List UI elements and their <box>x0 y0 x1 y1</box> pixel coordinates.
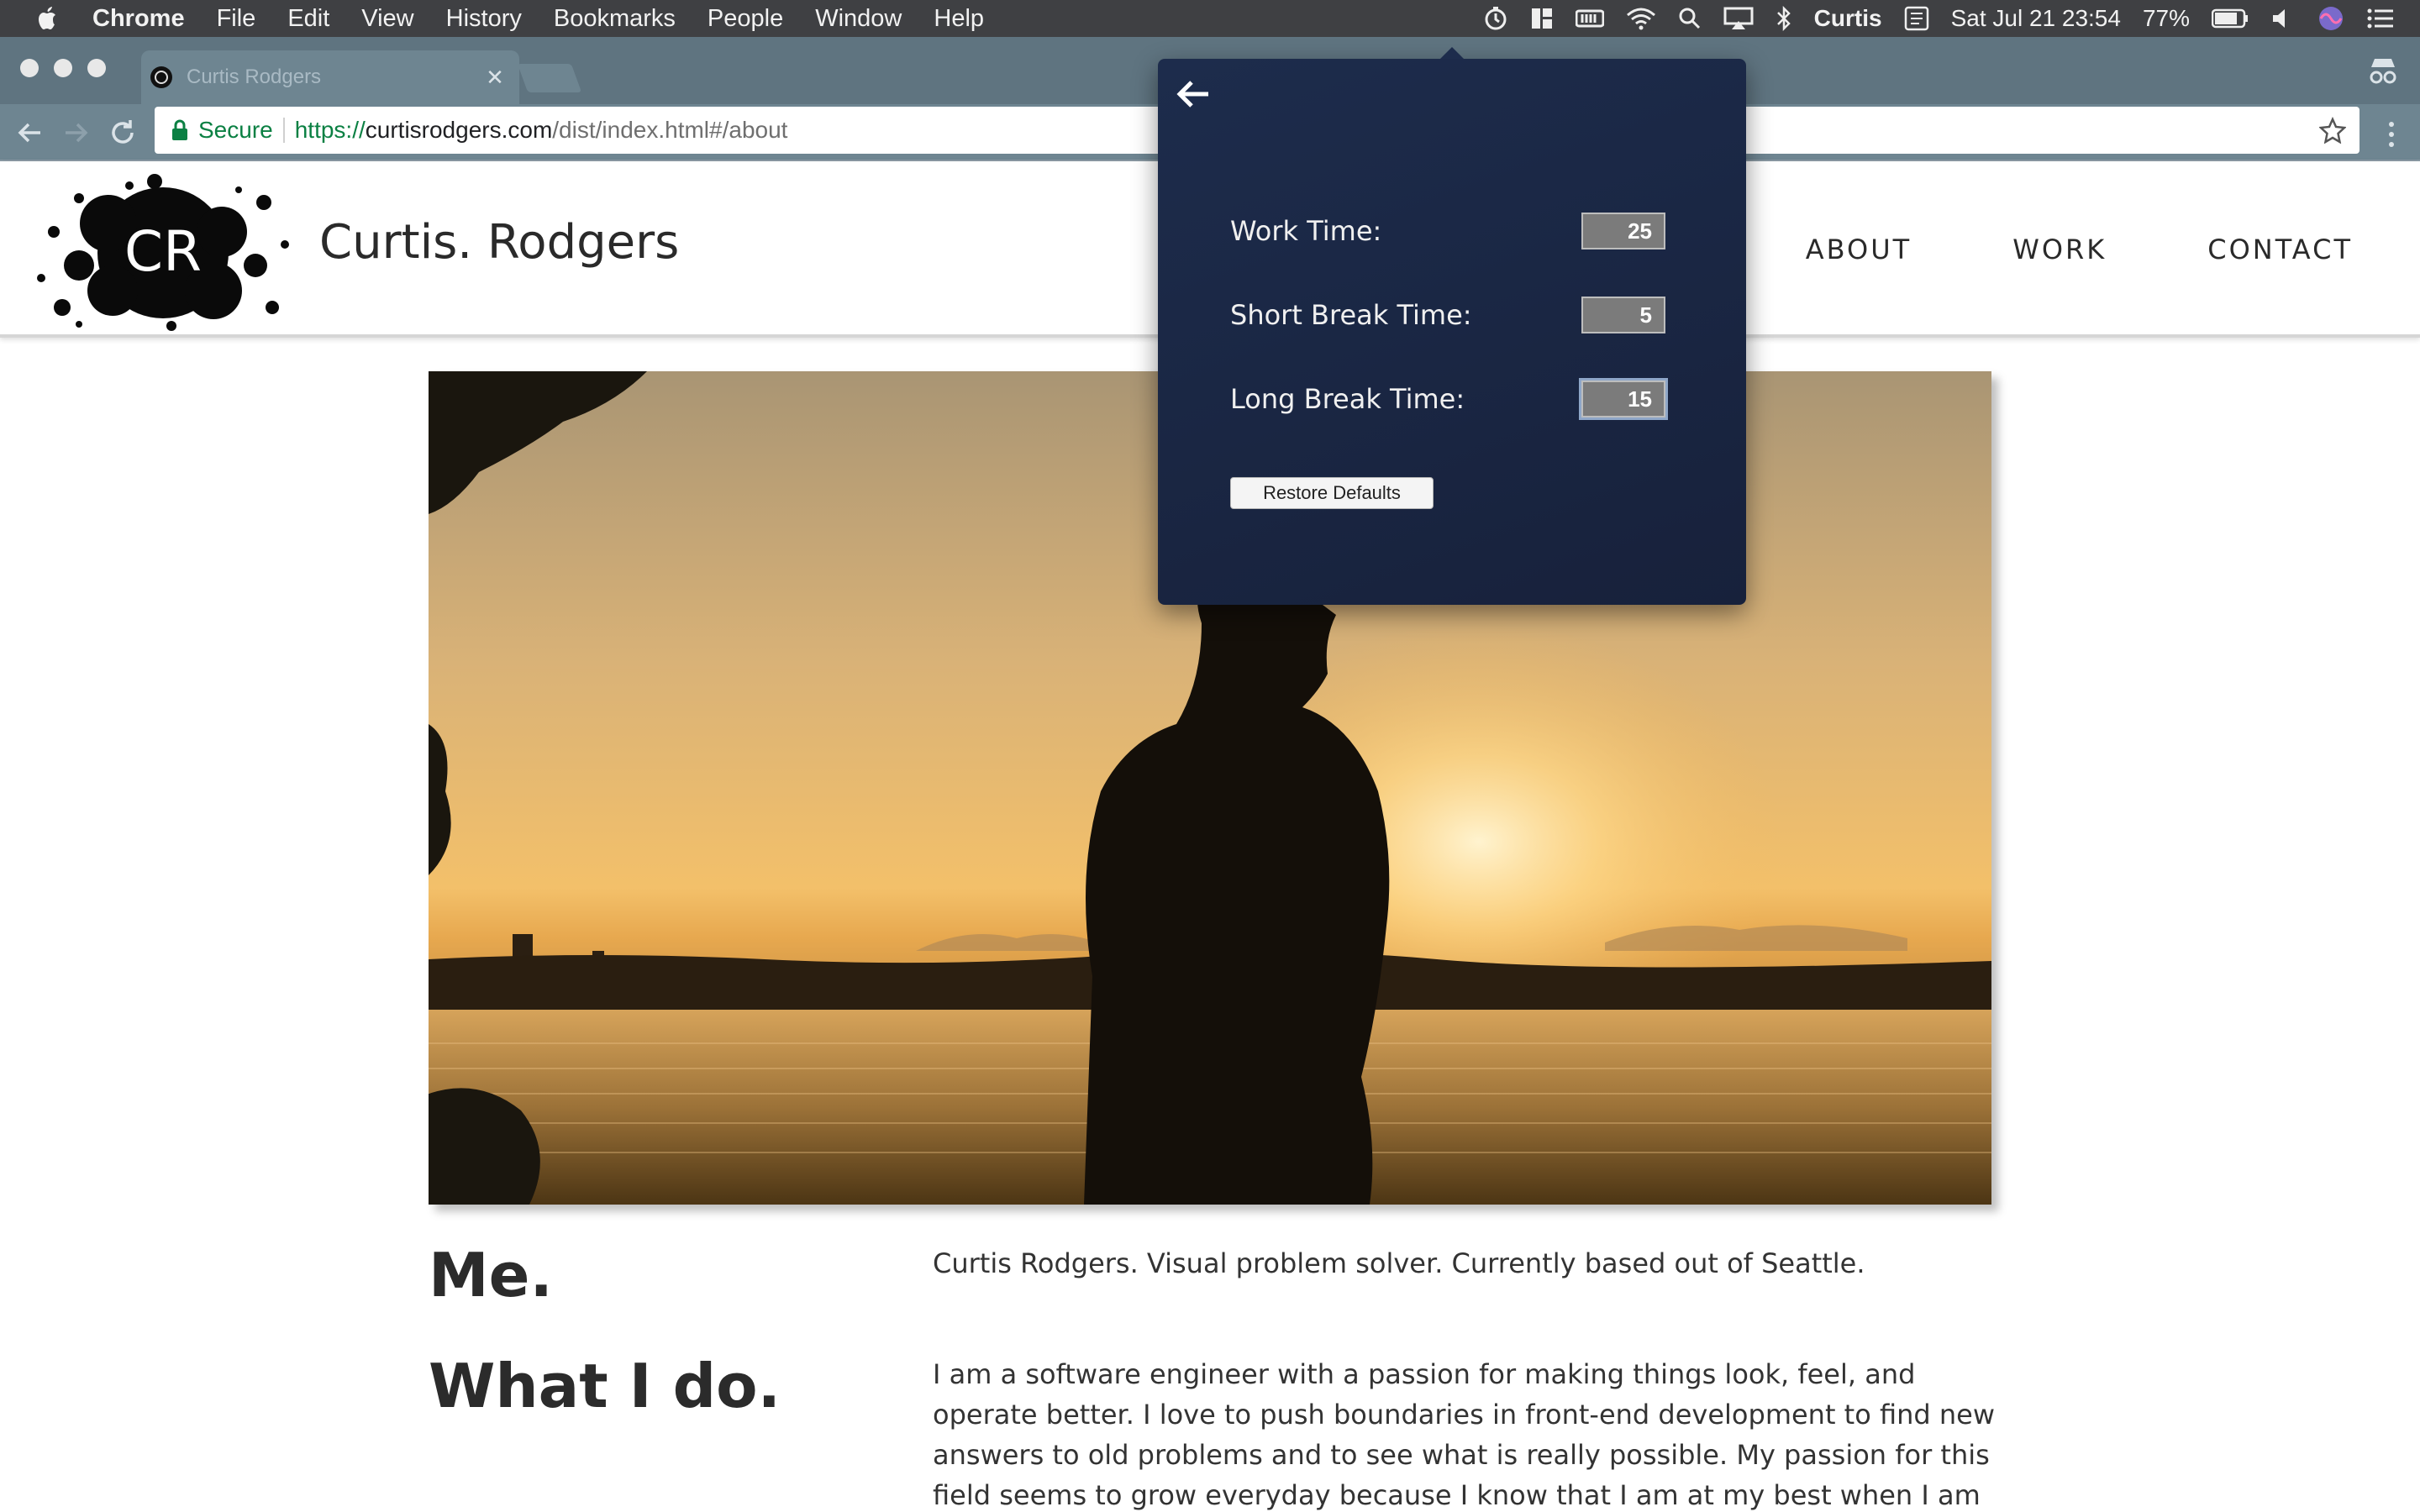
back-arrow-icon[interactable] <box>13 116 47 150</box>
site-nav: ABOUT WORK CONTACT <box>1806 234 2353 265</box>
menu-file[interactable]: File <box>217 5 256 33</box>
back-arrow-icon[interactable] <box>1173 77 1212 111</box>
airplay-icon[interactable] <box>1723 7 1754 30</box>
menu-history[interactable]: History <box>446 5 522 33</box>
notification-center-icon[interactable] <box>2366 7 2395 30</box>
spotlight-search-icon[interactable] <box>1678 7 1702 30</box>
short-break-row: Short Break Time: <box>1230 296 1665 334</box>
window-layout-icon[interactable] <box>1530 7 1554 30</box>
work-time-row: Work Time: <box>1230 212 1665 250</box>
section-heading-what-i-do: What I do. <box>429 1351 781 1421</box>
menu-view[interactable]: View <box>361 5 413 33</box>
work-time-label: Work Time: <box>1230 215 1382 247</box>
menu-bookmarks[interactable]: Bookmarks <box>554 5 676 33</box>
site-logo[interactable]: CR <box>29 173 297 333</box>
battery-percentage: 77% <box>2142 5 2190 31</box>
input-source-icon[interactable] <box>1904 6 1929 31</box>
work-time-input[interactable] <box>1581 213 1665 249</box>
site-title[interactable]: Curtis. Rodgers <box>319 215 679 270</box>
forward-arrow-icon[interactable] <box>59 116 92 150</box>
wifi-icon[interactable] <box>1626 7 1656 30</box>
window-minimize-button[interactable] <box>54 59 72 77</box>
restore-defaults-button[interactable]: Restore Defaults <box>1230 477 1434 509</box>
siri-icon[interactable] <box>2317 5 2344 32</box>
reload-icon[interactable] <box>106 116 139 150</box>
nav-work[interactable]: WORK <box>2012 234 2107 265</box>
menu-window[interactable]: Window <box>815 5 902 33</box>
menu-app-name[interactable]: Chrome <box>92 5 185 33</box>
window-zoom-button[interactable] <box>87 59 106 77</box>
section-text-what-i-do: I am a software engineer with a passion … <box>933 1358 1996 1511</box>
new-tab-button[interactable] <box>517 64 582 92</box>
bluetooth-icon[interactable] <box>1776 6 1792 31</box>
long-break-label: Long Break Time: <box>1230 383 1465 415</box>
long-break-row: Long Break Time: <box>1230 380 1665 418</box>
long-break-input[interactable] <box>1581 381 1665 417</box>
short-break-label: Short Break Time: <box>1230 299 1472 331</box>
macos-menu-bar: Chrome File Edit View History Bookmarks … <box>0 0 2420 37</box>
section-heading-me: Me. <box>429 1240 553 1310</box>
short-break-input[interactable] <box>1581 297 1665 333</box>
apple-logo-icon[interactable] <box>34 4 62 33</box>
tab-close-icon[interactable]: ✕ <box>482 65 508 91</box>
timer-settings-popover: Work Time: Short Break Time: Long Break … <box>1158 47 1746 605</box>
menu-bar-clock[interactable]: Sat Jul 21 23:54 <box>1951 5 2121 32</box>
site-favicon-icon <box>150 66 172 88</box>
url-scheme: https:// <box>294 117 366 143</box>
timer-icon[interactable] <box>1483 6 1508 31</box>
memory-icon[interactable] <box>1575 8 1604 29</box>
nav-about[interactable]: ABOUT <box>1806 234 1912 265</box>
nav-contact[interactable]: CONTACT <box>2207 234 2353 265</box>
omnibox-divider <box>282 118 285 143</box>
menu-bar-user[interactable]: Curtis <box>1814 5 1882 32</box>
tab-title: Curtis Rodgers <box>187 66 322 88</box>
lock-icon[interactable] <box>170 119 190 141</box>
menu-people[interactable]: People <box>708 5 783 33</box>
secure-label[interactable]: Secure <box>198 117 273 144</box>
section-text-me: Curtis Rodgers. Visual problem solver. C… <box>933 1247 1865 1279</box>
profile-icon[interactable] <box>2366 55 2400 86</box>
bookmark-star-icon[interactable] <box>2319 117 2346 144</box>
browser-menu-icon[interactable] <box>2385 118 2398 151</box>
volume-icon[interactable] <box>2270 7 2296 30</box>
menu-bar-status-area: Curtis Sat Jul 21 23:54 77% <box>1483 0 2395 37</box>
logo-text: CR <box>124 219 202 284</box>
menu-help[interactable]: Help <box>934 5 984 33</box>
url-host: curtisrodgers.com <box>365 117 553 143</box>
window-close-button[interactable] <box>20 59 39 77</box>
battery-icon[interactable] <box>2212 8 2249 29</box>
url-path: /dist/index.html#/about <box>552 117 788 143</box>
menu-edit[interactable]: Edit <box>287 5 329 33</box>
browser-tab[interactable]: Curtis Rodgers ✕ <box>141 50 519 104</box>
